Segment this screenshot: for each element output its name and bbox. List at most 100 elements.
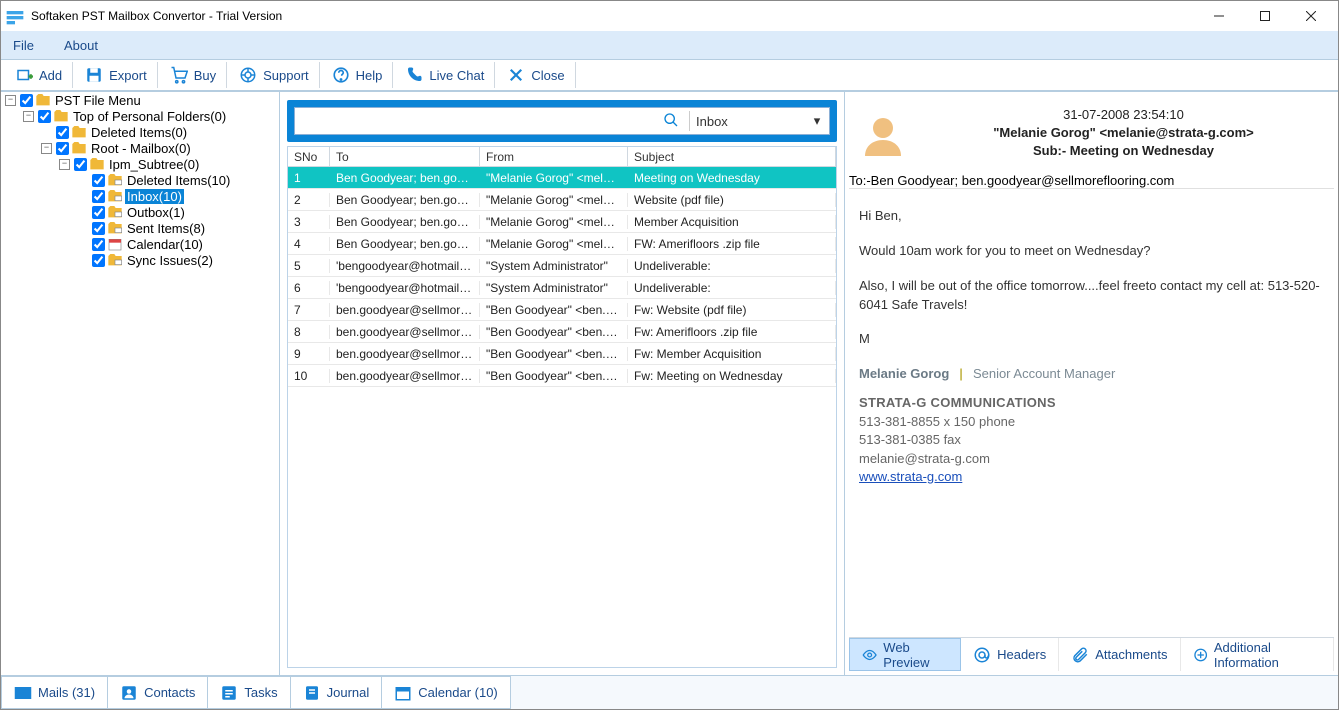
tree-checkbox[interactable] [56,126,69,139]
livechat-button[interactable]: Live Chat [395,62,495,88]
mail-icon [14,684,32,702]
tree-checkbox[interactable] [92,254,105,267]
tree-label[interactable]: Sent Items(8) [125,221,207,236]
mail-grid: SNo To From Subject 1Ben Goodyear; ben.g… [287,146,837,668]
close-window-button[interactable] [1288,1,1334,31]
footer-tab-mails[interactable]: Mails (31) [1,676,108,709]
tree-checkbox[interactable] [74,158,87,171]
tree-checkbox[interactable] [92,206,105,219]
tree-checkbox[interactable] [56,142,69,155]
title-bar: Softaken PST Mailbox Convertor - Trial V… [1,1,1338,31]
cell-sno: 5 [288,259,330,273]
tab-additional-info[interactable]: Additional Information [1181,638,1335,671]
table-row[interactable]: 8ben.goodyear@sellmorefloo..."Ben Goodye… [288,321,836,343]
folder-tree[interactable]: − PST File Menu − Top of Personal Folder… [1,92,280,675]
cell-to: Ben Goodyear; ben.goodye... [330,237,480,251]
collapse-toggle[interactable]: − [41,143,52,154]
add-icon [15,66,33,84]
close-button[interactable]: Close [497,62,575,88]
collapse-toggle[interactable]: − [23,111,34,122]
cell-to: Ben Goodyear; ben.goodye... [330,215,480,229]
menu-file[interactable]: File [7,36,40,55]
table-row[interactable]: 2Ben Goodyear; ben.goodye..."Melanie Gor… [288,189,836,211]
tab-attachments[interactable]: Attachments [1059,638,1180,671]
cell-sno: 7 [288,303,330,317]
export-button[interactable]: Export [75,62,158,88]
search-icon[interactable] [653,112,689,131]
preview-tabs: Web Preview Headers Attachments Addition… [849,637,1334,671]
tree-label[interactable]: PST File Menu [53,93,143,108]
table-row[interactable]: 10ben.goodyear@sellmorefloo..."Ben Goody… [288,365,836,387]
tree-label[interactable]: Deleted Items(10) [125,173,232,188]
collapse-toggle[interactable]: − [5,95,16,106]
sig-url[interactable]: www.strata-g.com [859,469,962,484]
col-to[interactable]: To [330,147,480,166]
cell-subject: FW: Amerifloors .zip file [628,237,836,251]
tab-web-preview[interactable]: Web Preview [849,638,961,671]
cell-subject: Fw: Website (pdf file) [628,303,836,317]
eye-icon [862,646,877,664]
mail-list-panel: Inbox ▾ SNo To From Subject 1Ben Goodyea… [280,92,845,675]
tree-label[interactable]: Outbox(1) [125,205,187,220]
mail-folder-icon [107,172,123,188]
tree-label[interactable]: Top of Personal Folders(0) [71,109,228,124]
sig-fax: 513-381-0385 fax [859,431,1324,449]
tree-label-inbox[interactable]: Inbox(10) [125,189,184,204]
cell-sno: 3 [288,215,330,229]
tree-checkbox[interactable] [92,238,105,251]
tab-headers[interactable]: Headers [961,638,1059,671]
tree-checkbox[interactable] [92,190,105,203]
table-row[interactable]: 7ben.goodyear@sellmorefloo..."Ben Goodye… [288,299,836,321]
folder-icon [71,140,87,156]
main-area: − PST File Menu − Top of Personal Folder… [1,91,1338,675]
cell-from: "Melanie Gorog" <melanie... [480,171,628,185]
footer-tab-tasks[interactable]: Tasks [207,676,290,709]
chevron-down-icon[interactable]: ▾ [805,113,829,129]
add-button[interactable]: Add [5,62,73,88]
table-row[interactable]: 5'bengoodyear@hotmail.com'"System Admini… [288,255,836,277]
body-line: M [859,330,1324,349]
tree-label[interactable]: Deleted Items(0) [89,125,189,140]
buy-button[interactable]: Buy [160,62,227,88]
table-row[interactable]: 6'bengoodyear@hotmail.com'"System Admini… [288,277,836,299]
cell-sno: 1 [288,171,330,185]
signature-block: STRATA-G COMMUNICATIONS 513-381-8855 x 1… [859,394,1324,486]
footer-tab-calendar[interactable]: Calendar (10) [381,676,511,709]
cell-to: ben.goodyear@sellmorefloo... [330,325,480,339]
window-title: Softaken PST Mailbox Convertor - Trial V… [31,9,1196,23]
tree-label[interactable]: Sync Issues(2) [125,253,215,268]
menu-about[interactable]: About [58,36,104,55]
minimize-button[interactable] [1196,1,1242,31]
support-button[interactable]: Support [229,62,320,88]
table-row[interactable]: 9ben.goodyear@sellmorefloo..."Ben Goodye… [288,343,836,365]
col-from[interactable]: From [480,147,628,166]
help-button[interactable]: Help [322,62,394,88]
tree-label[interactable]: Ipm_Subtree(0) [107,157,201,172]
cart-icon [170,66,188,84]
footer-tab-journal[interactable]: Journal [290,676,383,709]
grid-header: SNo To From Subject [288,147,836,167]
table-row[interactable]: 3Ben Goodyear; ben.goodye..."Melanie Gor… [288,211,836,233]
col-sno[interactable]: SNo [288,147,330,166]
table-row[interactable]: 4Ben Goodyear; ben.goodye..."Melanie Gor… [288,233,836,255]
preview-body[interactable]: Hi Ben, Would 10am work for you to meet … [849,188,1334,637]
table-row[interactable]: 1Ben Goodyear; ben.goodye..."Melanie Gor… [288,167,836,189]
tree-checkbox[interactable] [92,174,105,187]
preview-from: "Melanie Gorog" <melanie@strata-g.com> [917,125,1330,140]
folder-select[interactable]: Inbox [690,114,805,129]
search-input[interactable] [295,114,653,129]
collapse-toggle[interactable]: − [59,159,70,170]
journal-icon [303,684,321,702]
cell-subject: Undeliverable: [628,259,836,273]
tree-checkbox[interactable] [92,222,105,235]
calendar-icon [107,236,123,252]
tree-checkbox[interactable] [38,110,51,123]
footer-tabs: Mails (31) Contacts Tasks Journal Calend… [1,675,1338,709]
tree-label[interactable]: Calendar(10) [125,237,205,252]
maximize-button[interactable] [1242,1,1288,31]
col-subject[interactable]: Subject [628,147,836,166]
tree-label[interactable]: Root - Mailbox(0) [89,141,193,156]
tree-checkbox[interactable] [20,94,33,107]
cell-sno: 9 [288,347,330,361]
footer-tab-contacts[interactable]: Contacts [107,676,208,709]
